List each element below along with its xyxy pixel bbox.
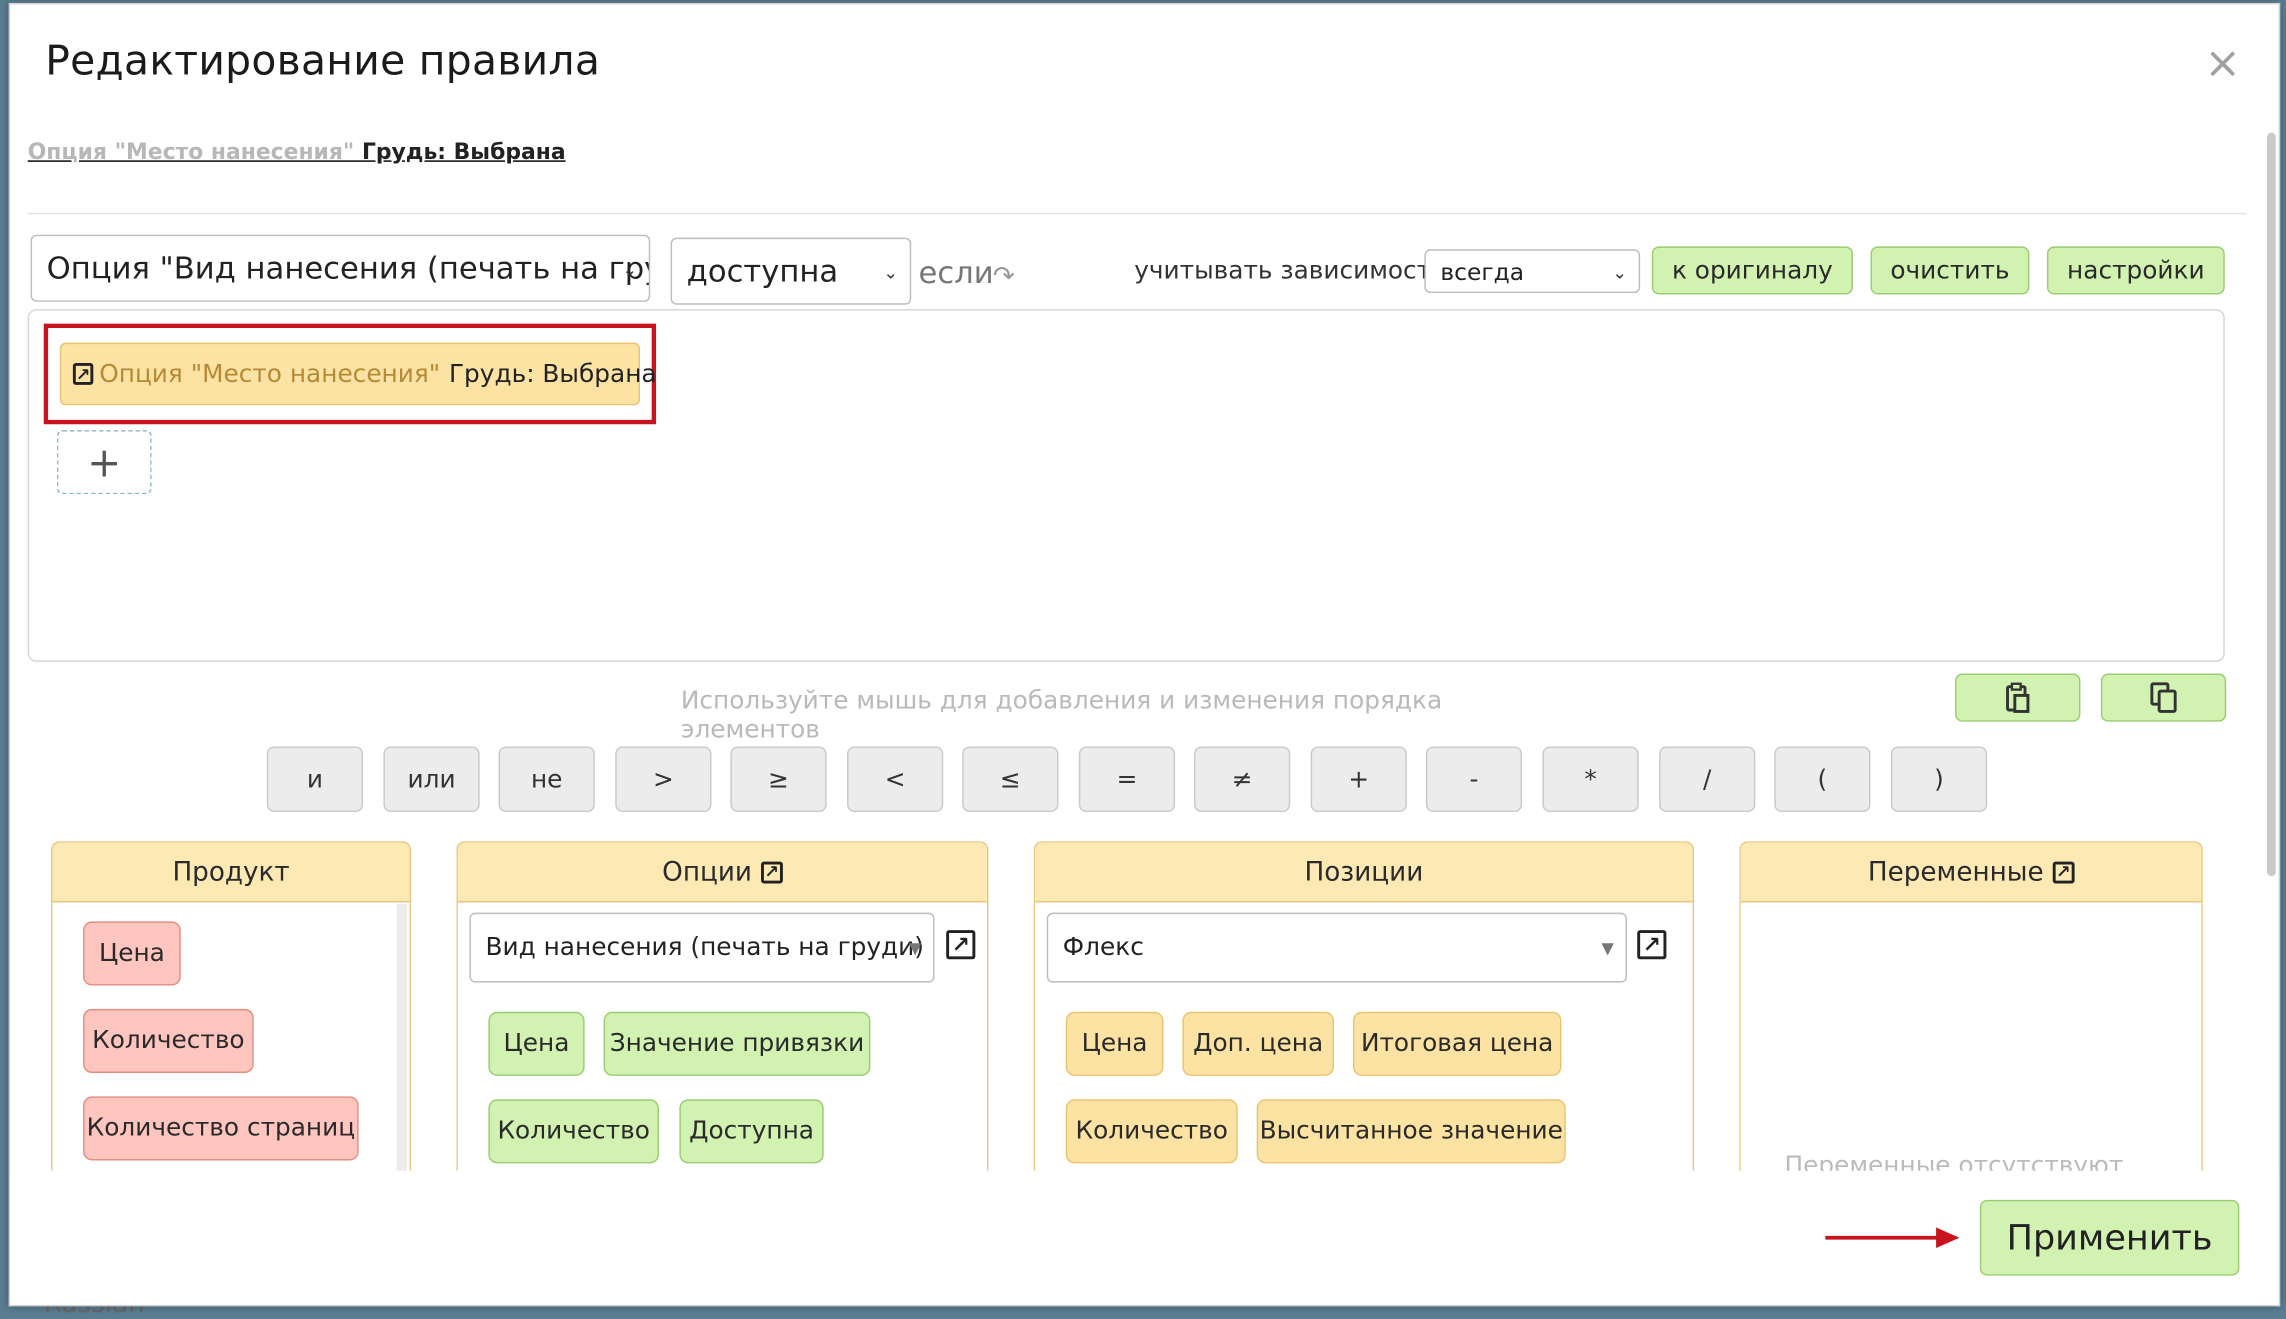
breadcrumb[interactable]: Опция "Место нанесения" Грудь: Выбрана — [28, 139, 566, 165]
dialog-scrollbar[interactable] — [2267, 132, 2276, 877]
operator-plus-button[interactable]: + — [1310, 746, 1407, 813]
external-link-icon[interactable]: ↗ — [72, 363, 94, 385]
position-price-chip[interactable]: Цена — [1065, 1011, 1164, 1076]
condition-value: Грудь: Выбрана — [448, 359, 657, 389]
options-panel-header: Опции ↗ — [457, 842, 987, 903]
paste-icon — [2006, 681, 2030, 713]
option-quantity-chip[interactable]: Количество — [488, 1099, 659, 1164]
positions-panel-title: Позиции — [1304, 856, 1424, 888]
add-condition-button[interactable]: + — [56, 430, 152, 495]
operator-gte-button[interactable]: ≥ — [730, 746, 827, 813]
product-pages-chip[interactable]: Количество страниц — [83, 1096, 359, 1161]
variables-panel-header: Переменные ↗ — [1740, 842, 2202, 903]
operator-neq-button[interactable]: ≠ — [1194, 746, 1291, 813]
if-label: если — [918, 255, 994, 291]
position-total-price-chip[interactable]: Итоговая цена — [1352, 1011, 1562, 1076]
state-select[interactable]: доступна ⌄ — [670, 237, 912, 305]
product-panel-header: Продукт — [52, 842, 410, 903]
chevron-down-icon: ⌄ — [1612, 262, 1628, 283]
variables-panel: Переменные ↗ Переменные отсутствуют — [1739, 841, 2203, 1177]
settings-button[interactable]: настройки — [2046, 246, 2225, 295]
operator-minus-button[interactable]: - — [1425, 746, 1523, 813]
external-link-icon[interactable]: ↗ — [2052, 860, 2075, 883]
position-quantity-chip[interactable]: Количество — [1065, 1099, 1238, 1164]
position-extra-price-chip[interactable]: Доп. цена — [1182, 1011, 1334, 1076]
clear-button[interactable]: очистить — [1870, 246, 2030, 295]
plus-icon: + — [87, 438, 122, 487]
dependency-select[interactable]: всегда ⌄ — [1424, 249, 1641, 294]
operator-not-button[interactable]: не — [498, 746, 595, 813]
rule-edit-dialog: Редактирование правила × Опция "Место на… — [8, 2, 2281, 1307]
close-icon[interactable]: × — [2204, 42, 2241, 86]
operator-open-paren-button[interactable]: ( — [1774, 746, 1871, 813]
breadcrumb-value[interactable]: Грудь: Выбрана — [354, 139, 566, 165]
paste-button[interactable] — [1955, 673, 2081, 722]
product-panel-title: Продукт — [172, 856, 290, 888]
divider — [27, 212, 2247, 215]
curved-arrow-icon: ↷ — [992, 260, 1015, 292]
caret-down-icon: ▼ — [909, 938, 922, 958]
copy-button[interactable] — [2100, 673, 2227, 722]
state-value: доступна — [686, 253, 839, 289]
chevron-down-icon: ⌄ — [622, 259, 638, 280]
product-panel-scrollbar[interactable] — [396, 903, 407, 1177]
position-select[interactable]: Флекс ▼ — [1046, 912, 1628, 983]
caret-down-icon: ▼ — [1601, 938, 1614, 958]
external-link-icon[interactable]: ↗ — [946, 930, 976, 960]
option-price-chip[interactable]: Цена — [488, 1011, 585, 1076]
option-available-chip[interactable]: Доступна — [679, 1099, 824, 1164]
external-link-icon[interactable]: ↗ — [760, 860, 783, 883]
operator-multiply-button[interactable]: * — [1542, 746, 1639, 813]
dialog-title: Редактирование правила — [45, 36, 601, 85]
options-panel-title: Опции — [662, 856, 752, 888]
target-option-value: Опция "Вид нанесения (печать на гру, — [46, 250, 651, 286]
variables-panel-title: Переменные — [1867, 856, 2044, 888]
options-panel: Опции ↗ Вид нанесения (печать на груди) … — [456, 841, 989, 1177]
operator-lt-button[interactable]: < — [847, 746, 944, 813]
operator-close-paren-button[interactable]: ) — [1890, 746, 1988, 813]
operator-divide-button[interactable]: / — [1659, 746, 1756, 813]
product-quantity-chip[interactable]: Количество — [83, 1008, 254, 1074]
product-price-chip[interactable]: Цена — [83, 921, 181, 986]
red-arrow-annotation — [1825, 1227, 1960, 1248]
positions-panel: Позиции Флекс ▼ ↗ Цена Доп. цена Итогова… — [1033, 841, 1695, 1177]
chevron-down-icon: ⌄ — [883, 262, 899, 283]
dependency-value: всегда — [1440, 257, 1525, 286]
condition-chip[interactable]: ↗ Опция "Место нанесения" Грудь: Выбрана — [59, 342, 657, 406]
product-panel: Продукт Цена Количество Количество стран… — [51, 841, 412, 1177]
dependency-label: учитывать зависимости — [1134, 256, 1448, 286]
hint-text: Используйте мышь для добавления и измене… — [680, 686, 1443, 745]
operator-eq-button[interactable]: = — [1078, 746, 1176, 813]
positions-panel-header: Позиции — [1035, 842, 1693, 903]
option-select-value: Вид нанесения (печать на груди) — [485, 933, 924, 963]
operator-lte-button[interactable]: ≤ — [962, 746, 1059, 813]
external-link-icon[interactable]: ↗ — [1637, 930, 1667, 960]
breadcrumb-option[interactable]: Опция "Место нанесения" — [28, 139, 355, 165]
operator-or-button[interactable]: или — [383, 746, 480, 813]
to-original-button[interactable]: к оригиналу — [1651, 246, 1853, 295]
option-select[interactable]: Вид нанесения (печать на груди) ▼ — [469, 912, 935, 983]
target-option-select[interactable]: Опция "Вид нанесения (печать на гру, ⌄ — [30, 234, 651, 302]
position-select-value: Флекс — [1062, 933, 1144, 963]
operator-gt-button[interactable]: > — [615, 746, 712, 813]
screen: Russian Редактирование правила × Опция "… — [0, 0, 2286, 1319]
apply-button[interactable]: Применить — [1979, 1199, 2240, 1276]
operator-and-button[interactable]: и — [266, 746, 364, 813]
condition-option: Опция "Место нанесения" — [99, 359, 441, 389]
position-calculated-value-chip[interactable]: Высчитанное значение — [1256, 1099, 1566, 1164]
option-binding-value-chip[interactable]: Значение привязки — [603, 1011, 871, 1076]
copy-icon — [2150, 681, 2177, 713]
